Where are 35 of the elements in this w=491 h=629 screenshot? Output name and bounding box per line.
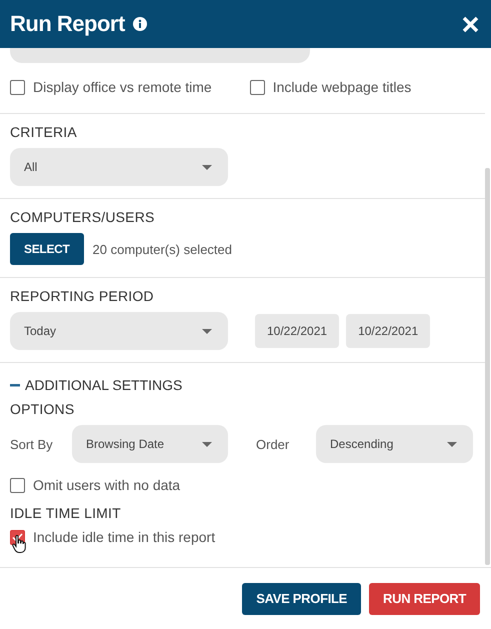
criteria-dropdown[interactable]: All <box>10 148 228 186</box>
checkbox-label[interactable]: Omit users with no data <box>10 477 475 493</box>
info-icon <box>132 17 147 31</box>
caret-icon <box>447 442 457 446</box>
checkbox-label[interactable]: Include webpage titles <box>250 79 412 95</box>
caret-icon <box>202 442 212 446</box>
caret-icon <box>202 328 212 334</box>
hand-cursor-icon <box>12 535 26 553</box>
scrollbar[interactable] <box>485 168 490 565</box>
section-heading: COMPUTERS/USERS <box>10 209 156 225</box>
action-button[interactable]: RUN REPORT <box>369 582 480 614</box>
order-label: Order <box>256 436 290 452</box>
section-heading: CRITERIA <box>10 124 78 140</box>
close-button[interactable] <box>462 16 479 32</box>
checkbox-label[interactable]: Include idle time in this report <box>10 529 475 545</box>
checkbox[interactable] <box>10 80 25 94</box>
end-date-field[interactable]: 10/22/2021 <box>346 314 430 348</box>
section-heading: IDLE TIME LIMIT <box>10 505 122 521</box>
dialog-title: Run Report <box>10 11 125 37</box>
sort-dropdown[interactable]: Browsing Date <box>72 425 228 463</box>
sort-label: Sort By <box>10 436 54 452</box>
checkbox-label[interactable]: Display office vs remote time <box>10 79 212 95</box>
section-heading: REPORTING PERIOD <box>10 288 155 304</box>
selection-status: 20 computer(s) selected <box>92 242 232 256</box>
order-dropdown[interactable]: Descending <box>316 425 473 463</box>
start-date-field[interactable]: 10/22/2021 <box>255 314 340 348</box>
additional-settings-toggle[interactable]: ADDITIONAL SETTINGS <box>10 377 475 393</box>
checkbox[interactable] <box>10 478 25 492</box>
caret-icon <box>202 164 212 170</box>
section-heading: OPTIONS <box>10 401 76 417</box>
checkbox[interactable] <box>250 80 265 94</box>
select-button[interactable]: SELECT <box>10 233 84 265</box>
action-button[interactable]: SAVE PROFILE <box>242 582 362 614</box>
period-dropdown[interactable]: Today <box>10 312 228 350</box>
dropdown-field[interactable] <box>10 48 310 63</box>
